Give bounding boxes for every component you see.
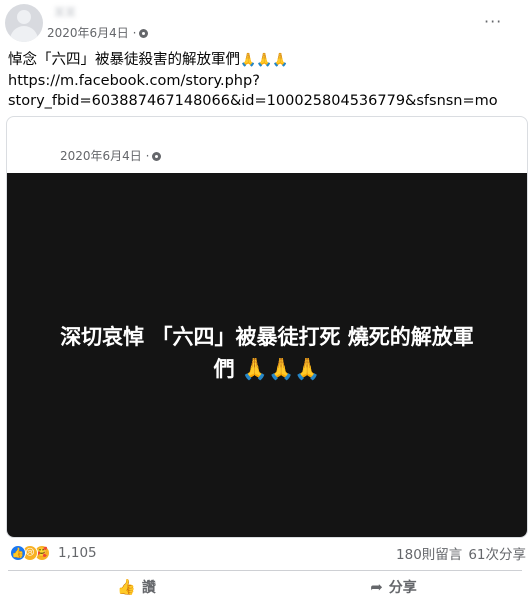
post-date[interactable]: 2020年6月4日 ·: [47, 26, 136, 40]
author-name[interactable]: 某某: [54, 4, 94, 18]
avatar-head: [17, 10, 31, 24]
globe-icon: [139, 29, 149, 38]
share-arrow-icon: ➦: [370, 578, 383, 596]
avatar-body: [10, 26, 38, 42]
reactions-summary[interactable]: 👍 😢 🥰 1,105: [10, 543, 97, 563]
video-caption-line2: 們 🙏🙏🙏: [213, 357, 321, 381]
reaction-count[interactable]: 1,105: [58, 545, 97, 561]
post-meta: 2020年6月4日 ·: [47, 25, 149, 41]
like-label: 讚: [141, 580, 156, 596]
share-count[interactable]: 61次分享: [468, 547, 526, 563]
like-button[interactable]: 👍 讚: [8, 573, 265, 601]
video-caption-line1: 深切哀悼 「六四」被暴徒打死 燒死的解放軍: [60, 325, 474, 349]
post-card: 某某 2020年6月4日 · ··· 悼念「六四」被暴徒殺害的解放軍們🙏🙏🙏 h…: [0, 0, 530, 605]
shared-post[interactable]: 2020年6月4日 · 深切哀悼 「六四」被暴徒打死 燒死的解放軍 們 🙏🙏🙏: [6, 116, 528, 538]
author-avatar[interactable]: [5, 4, 43, 42]
more-icon[interactable]: ···: [484, 12, 502, 31]
post-link-line1[interactable]: https://m.facebook.com/story.php?: [8, 71, 523, 91]
pray-emoji-icon: 🙏🙏🙏: [240, 53, 289, 68]
post-text-line: 悼念「六四」被暴徒殺害的解放軍們🙏🙏🙏: [8, 50, 523, 71]
like-reaction-icon: 👍: [10, 545, 26, 561]
share-label: 分享: [388, 580, 417, 596]
post-text: 悼念「六四」被暴徒殺害的解放軍們🙏🙏🙏 https://m.facebook.c…: [8, 50, 523, 111]
post-text-main: 悼念「六四」被暴徒殺害的解放軍們: [8, 52, 240, 68]
post-link-line2[interactable]: story_fbid=603887467148066&id=1000258045…: [8, 91, 523, 111]
shared-meta: 2020年6月4日 ·: [60, 147, 162, 164]
video-player[interactable]: 深切哀悼 「六四」被暴徒打死 燒死的解放軍 們 🙏🙏🙏: [7, 173, 527, 537]
share-button[interactable]: ➦ 分享: [265, 573, 522, 601]
divider: [8, 570, 522, 571]
video-caption: 深切哀悼 「六四」被暴徒打死 燒死的解放軍 們 🙏🙏🙏: [7, 321, 527, 385]
post-stats: 180則留言 61次分享: [396, 543, 526, 563]
shared-date[interactable]: 2020年6月4日 ·: [60, 149, 149, 163]
thumbs-up-icon: 👍: [117, 578, 136, 596]
globe-icon: [152, 152, 162, 161]
comment-count[interactable]: 180則留言: [396, 547, 462, 563]
